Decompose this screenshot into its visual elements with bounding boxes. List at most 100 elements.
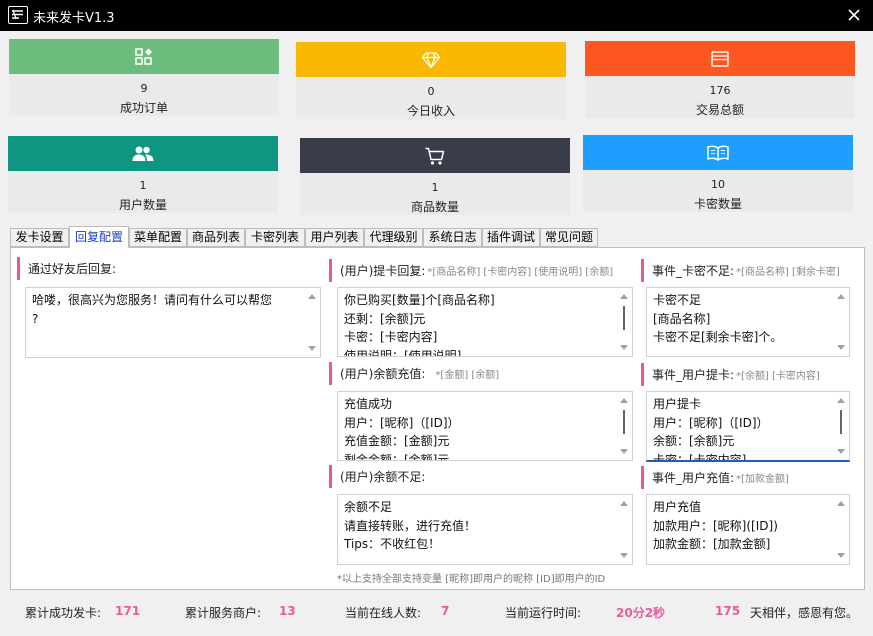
variables-footnote: *以上支持全部支持变量 [昵称]即用户的昵称 [ID]即用户的ID [337, 574, 606, 585]
card-label: 成功订单 [119, 101, 168, 115]
scroll-down-icon[interactable] [837, 345, 845, 350]
tab-menu-config[interactable]: 菜单配置 [129, 228, 187, 247]
scroll-thumb[interactable] [623, 306, 625, 330]
card-value: 1 [431, 181, 439, 194]
section-title: 事件_用户充值: [652, 470, 735, 485]
diamond-icon [421, 51, 441, 68]
scroll-down-icon[interactable] [837, 553, 845, 558]
card-value: 1 [139, 179, 147, 192]
scrollbar[interactable] [832, 392, 849, 460]
scroll-up-icon[interactable] [837, 294, 845, 299]
scroll-up-icon[interactable] [620, 501, 628, 506]
card-today-income: 0 今日收入 [296, 42, 566, 119]
window-title: 未来发卡V1.3 [33, 11, 115, 26]
section-vars: *[金额] [余额] [435, 369, 500, 381]
merchants-value: 13 [279, 604, 296, 618]
card-key-count: 10 卡密数量 [583, 135, 853, 212]
card-label: 卡密数量 [693, 197, 742, 211]
card-header [583, 135, 853, 170]
scroll-up-icon[interactable] [837, 398, 845, 403]
tab-reply-config[interactable]: 回复配置 [69, 226, 129, 248]
tab-plugin-debug[interactable]: 插件调试 [482, 228, 540, 247]
card-label: 商品数量 [410, 200, 459, 214]
section-title: 通过好友后回复: [28, 261, 117, 276]
scroll-down-icon[interactable] [620, 553, 628, 558]
user-pickup-text: 用户提卡 用户：[昵称]（[ID]） 余额：[余额]元 卡密：[卡密内容] [653, 397, 769, 462]
card-label: 交易总额 [695, 103, 744, 117]
scrollbar[interactable] [832, 288, 849, 356]
recharge-reply-input[interactable]: 充值成功 用户：[昵称]（[ID]） 充值金额：[金额]元 剩余余额：[余额]元 [337, 391, 633, 461]
section-title: 事件_卡密不足: [652, 263, 735, 278]
recharge-reply-text: 充值成功 用户：[昵称]（[ID]） 充值金额：[金额]元 剩余余额：[余额]元 [344, 397, 460, 461]
runtime-label: 当前运行时间: [505, 606, 582, 620]
scroll-thumb[interactable] [623, 410, 625, 434]
total-issued-label: 累计成功发卡: [25, 606, 102, 620]
window-icon [711, 50, 729, 67]
card-label: 用户数量 [118, 198, 167, 212]
section-marker [329, 361, 332, 385]
users-icon [132, 146, 154, 161]
days-suffix: 天相伴，感恩有您。 [750, 606, 859, 620]
online-label: 当前在线人数: [345, 606, 422, 620]
tab-faq[interactable]: 常见问题 [540, 228, 598, 247]
scrollbar[interactable] [615, 495, 632, 564]
friend-reply-input[interactable]: 哈喽，很高兴为您服务！请问有什么可以帮您 ? [25, 287, 321, 358]
card-value: 0 [427, 85, 435, 98]
card-header [8, 136, 278, 171]
section-friend-reply: 通过好友后回复: [17, 256, 116, 280]
scrollbar[interactable] [615, 288, 632, 356]
tab-agent-level[interactable]: 代理级别 [364, 228, 423, 247]
online-value: 7 [441, 604, 450, 618]
card-short-text: 卡密不足 [商品名称] 卡密不足[剩余卡密]个。 [653, 293, 783, 344]
section-title: (用户)余额充值: [340, 366, 426, 381]
scrollbar[interactable] [615, 392, 632, 460]
tab-key-list[interactable]: 卡密列表 [245, 228, 305, 247]
section-marker [17, 256, 20, 280]
section-vars: *[余额] [卡密内容] [736, 370, 820, 382]
cart-icon [425, 147, 445, 165]
card-header [300, 138, 570, 173]
scroll-up-icon[interactable] [620, 398, 628, 403]
scrollbar[interactable] [832, 495, 849, 564]
section-marker [329, 258, 332, 282]
card-product-count: 1 商品数量 [300, 138, 570, 215]
scroll-up-icon[interactable] [837, 501, 845, 506]
tab-card-settings[interactable]: 发卡设置 [10, 228, 69, 247]
card-short-input[interactable]: 卡密不足 [商品名称] 卡密不足[剩余卡密]个。 [646, 287, 850, 357]
tab-user-list[interactable]: 用户列表 [305, 228, 364, 247]
user-pickup-input[interactable]: 用户提卡 用户：[昵称]（[ID]） 余额：[余额]元 卡密：[卡密内容] [646, 391, 850, 462]
section-pickup-reply: (用户)提卡回复: *[商品名称] [卡密内容] [使用说明] [余额] [329, 258, 613, 282]
scroll-down-icon[interactable] [308, 346, 316, 351]
scrollbar[interactable] [303, 288, 320, 357]
apps-icon [135, 47, 152, 65]
section-marker [641, 362, 644, 386]
section-card-short: 事件_卡密不足: *[商品名称] [剩余卡密] [641, 258, 840, 282]
section-marker [329, 464, 332, 488]
scroll-down-icon[interactable] [620, 449, 628, 454]
section-user-pickup: 事件_用户提卡: *[余额] [卡密内容] [641, 362, 820, 386]
user-recharge-text: 用户充值 加款用户：[昵称]([ID]) 加款金额：[加款金额] [653, 500, 778, 551]
app-logo-icon [8, 6, 28, 24]
tab-product-list[interactable]: 商品列表 [187, 228, 245, 247]
card-value: 9 [140, 82, 148, 95]
close-icon[interactable] [841, 2, 867, 28]
card-total-trade: 176 交易总额 [585, 41, 855, 118]
scroll-up-icon[interactable] [620, 294, 628, 299]
section-user-recharge: 事件_用户充值: *[加款金额] [641, 465, 789, 489]
user-recharge-input[interactable]: 用户充值 加款用户：[昵称]([ID]) 加款金额：[加款金额] [646, 494, 850, 565]
insufficient-reply-input[interactable]: 余额不足 请直接转账，进行充值！ Tips：不收红包！ [337, 494, 633, 565]
scroll-thumb[interactable] [840, 410, 842, 434]
scroll-down-icon[interactable] [837, 449, 845, 454]
tab-system-log[interactable]: 系统日志 [423, 228, 482, 247]
card-user-count: 1 用户数量 [8, 136, 278, 213]
section-vars: *[商品名称] [卡密内容] [使用说明] [余额] [427, 266, 614, 278]
pickup-reply-input[interactable]: 你已购买[数量]个[商品名称] 还剩：[余额]元 卡密：[卡密内容] 使用说明：… [337, 287, 633, 357]
section-insufficient-reply: (用户)余额不足: [329, 464, 425, 488]
card-label: 今日收入 [406, 104, 455, 118]
section-marker [641, 258, 644, 282]
scroll-down-icon[interactable] [620, 345, 628, 350]
runtime-value: 20分2秒 [616, 606, 666, 620]
card-header [296, 42, 566, 77]
section-title: (用户)提卡回复: [340, 263, 426, 278]
scroll-up-icon[interactable] [308, 294, 316, 299]
